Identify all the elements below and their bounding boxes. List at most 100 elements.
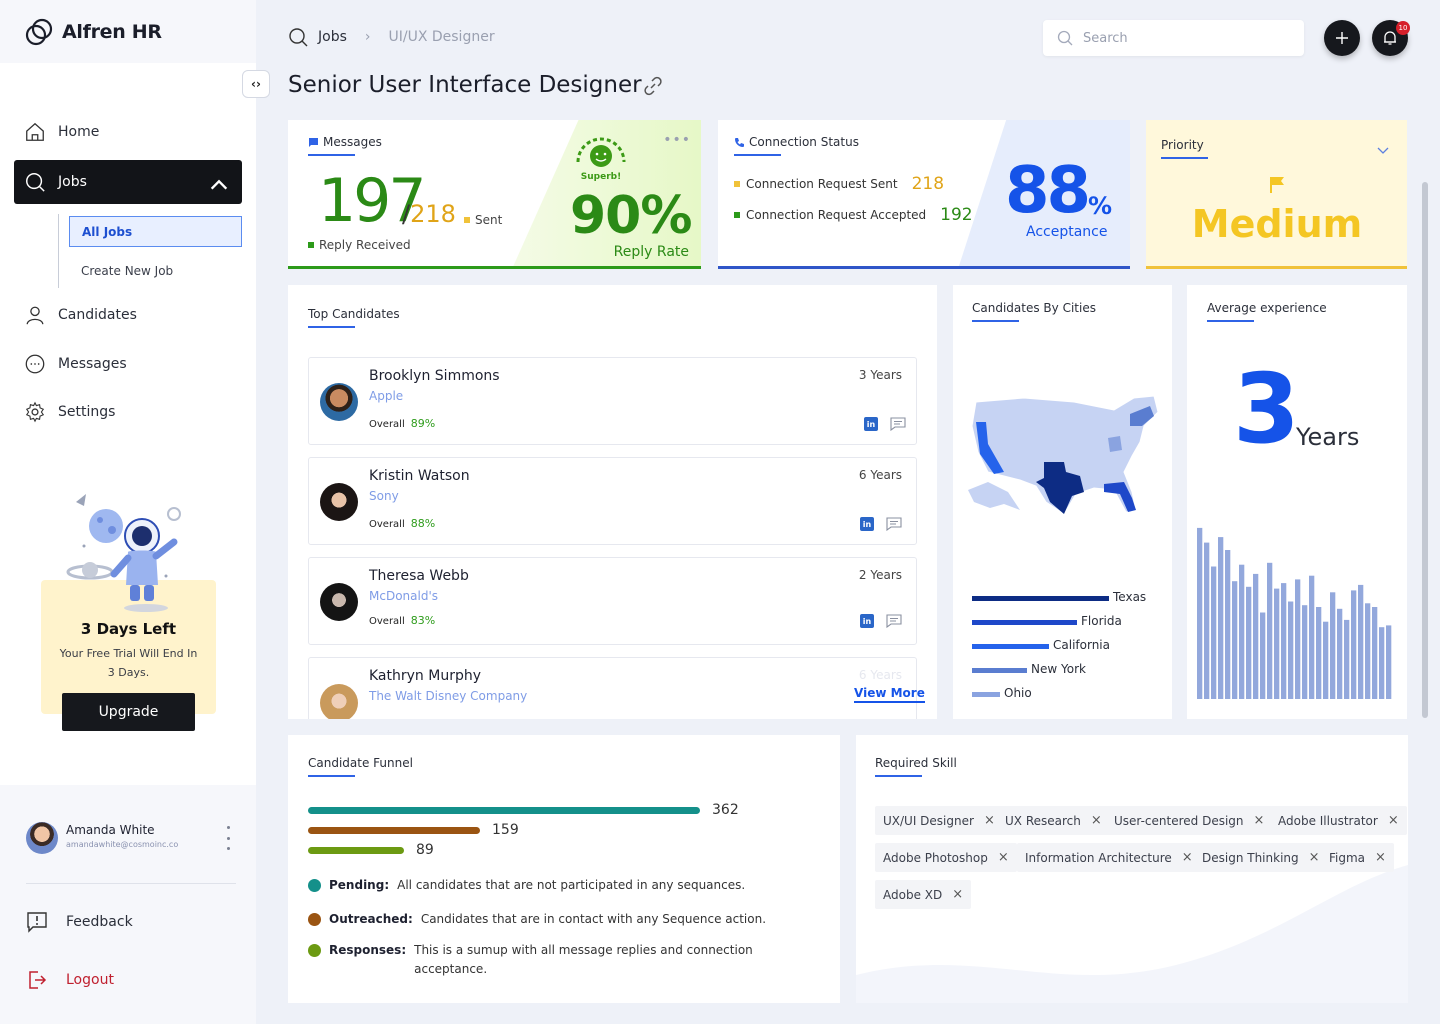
request-sent-label: Connection Request Sent [746,177,898,191]
city-label: New York [1031,662,1086,676]
close-icon[interactable]: × [984,813,995,828]
logout-link[interactable]: Logout [26,969,114,991]
candidate-card[interactable]: Brooklyn Simmons Apple Overall 89% 3 Year… [308,357,917,445]
avg-experience-label: Average experience [1207,301,1327,322]
sidebar-subitem-all-jobs[interactable]: All Jobs [69,216,242,247]
close-icon[interactable]: × [1309,850,1320,865]
skill-chip[interactable]: Adobe Illustrator × [1270,806,1407,835]
request-accepted-value: 192 [940,205,973,225]
histogram-bar [1323,621,1329,699]
priority-card[interactable]: Priority Medium [1146,120,1407,269]
histogram-bar [1204,542,1210,699]
linkedin-icon[interactable]: in [864,417,878,431]
experience-histogram [1197,527,1392,699]
plus-icon [1336,32,1348,44]
logo-icon [25,18,53,45]
required-skill-card: Required Skill UX/UI Designer × UX Resear… [856,735,1408,1003]
collapse-sidebar-button[interactable]: ‹› [242,70,270,98]
close-icon[interactable]: × [1091,813,1102,828]
city-label: Ohio [1004,686,1032,700]
skill-chip[interactable]: UX/UI Designer × [875,806,1003,835]
user-name: Amanda White [66,823,155,837]
chevron-down-icon[interactable] [1377,145,1389,155]
linkedin-icon[interactable]: in [860,517,874,531]
sidebar-item-candidates[interactable]: Candidates [14,293,242,337]
skill-chip[interactable]: User-centered Design × [1106,806,1273,835]
histogram-bar [1386,625,1392,699]
candidate-experience: 2 Years [858,568,902,582]
avatar [320,483,358,521]
skill-chip[interactable]: Information Architecture × [1017,843,1201,872]
skill-chip[interactable]: Adobe XD × [875,880,972,909]
user-email: amandawhite@cosmoinc.co [66,840,179,849]
upgrade-button[interactable]: Upgrade [62,693,195,731]
funnel-value: 159 [492,822,519,838]
candidate-card[interactable]: Kristin Watson Sony Overall 88% 6 Years i… [308,457,917,545]
sidebar-subitem-create-job[interactable]: Create New Job [69,255,242,286]
skill-chip[interactable]: Adobe Photoshop × [875,843,1017,872]
close-icon[interactable]: × [1254,813,1265,828]
avatar [320,684,358,719]
reply-rate-label: Reply Rate [613,244,689,260]
link-icon[interactable] [643,76,663,96]
candidate-card[interactable]: Theresa Webb McDonald's Overall 83% 2 Yea… [308,557,917,645]
candidate-name: Kristin Watson [369,468,470,484]
avatar [320,583,358,621]
legend-desc: This is a sumup with all message replies… [414,943,753,976]
user-menu-icon[interactable] [222,826,234,850]
reply-rate-value: 90% [570,186,692,246]
sent-legend: Sent [464,213,502,227]
us-map [968,395,1159,515]
page-scrollbar[interactable] [1422,182,1428,718]
skill-chip[interactable]: Figma × [1321,843,1394,872]
cities-card: Candidates By Cities Texas Florida Calif… [953,285,1172,719]
search-icon [1057,30,1073,46]
sidebar-item-jobs[interactable]: Jobs [14,160,242,204]
close-icon[interactable]: × [1388,813,1399,828]
histogram-bar [1316,607,1322,699]
avatar [320,383,358,421]
chat-icon[interactable] [886,517,902,531]
feedback-link[interactable]: Feedback [26,911,133,933]
skill-label: UX Research [1005,813,1081,828]
chat-icon[interactable] [886,614,902,628]
candidate-card[interactable]: Kathryn Murphy The Walt Disney Company 6… [308,657,917,719]
sidebar-item-label: Messages [58,356,127,372]
chat-icon[interactable] [890,417,906,431]
breadcrumb-current[interactable]: UI/UX Designer [388,29,494,45]
sidebar-item-messages[interactable]: Messages [14,342,242,386]
funnel-bar [308,807,700,814]
close-icon[interactable]: × [952,887,963,902]
close-icon[interactable]: × [1182,850,1193,865]
funnel-value: 362 [712,802,739,818]
close-icon[interactable]: × [998,850,1009,865]
breadcrumb-jobs[interactable]: Jobs [318,29,347,45]
chat-icon [309,137,318,147]
city-bar [972,692,1000,697]
wave-decoration [856,865,1408,1003]
candidate-name: Theresa Webb [369,568,469,584]
histogram-bar [1246,586,1252,699]
search-input[interactable]: Search [1043,20,1304,56]
city-bar [972,596,1109,601]
add-button[interactable] [1324,20,1360,56]
top-candidates-card: Top Candidates Brooklyn Simmons Apple Ov… [288,285,937,719]
skill-chip[interactable]: Design Thinking × [1194,843,1328,872]
legend-dot [308,913,321,926]
skill-chip[interactable]: UX Research × [997,806,1110,835]
histogram-bar [1372,607,1378,699]
top-candidates-label: Top Candidates [308,307,400,328]
brand-logo[interactable]: Alfren HR [0,0,256,63]
divider [26,883,236,884]
linkedin-icon[interactable]: in [860,614,874,628]
sidebar-item-home[interactable]: Home [14,110,242,154]
funnel-value: 89 [416,842,434,858]
sidebar-item-settings[interactable]: Settings [14,390,242,434]
more-icon[interactable]: ••• [663,132,691,148]
avatar[interactable] [26,822,58,854]
legend-desc: All candidates that are not participated… [397,878,746,892]
candidate-experience: 3 Years [858,368,902,382]
close-icon[interactable]: × [1375,850,1386,865]
view-more-link[interactable]: View More [854,686,925,703]
gear-icon [25,401,45,423]
